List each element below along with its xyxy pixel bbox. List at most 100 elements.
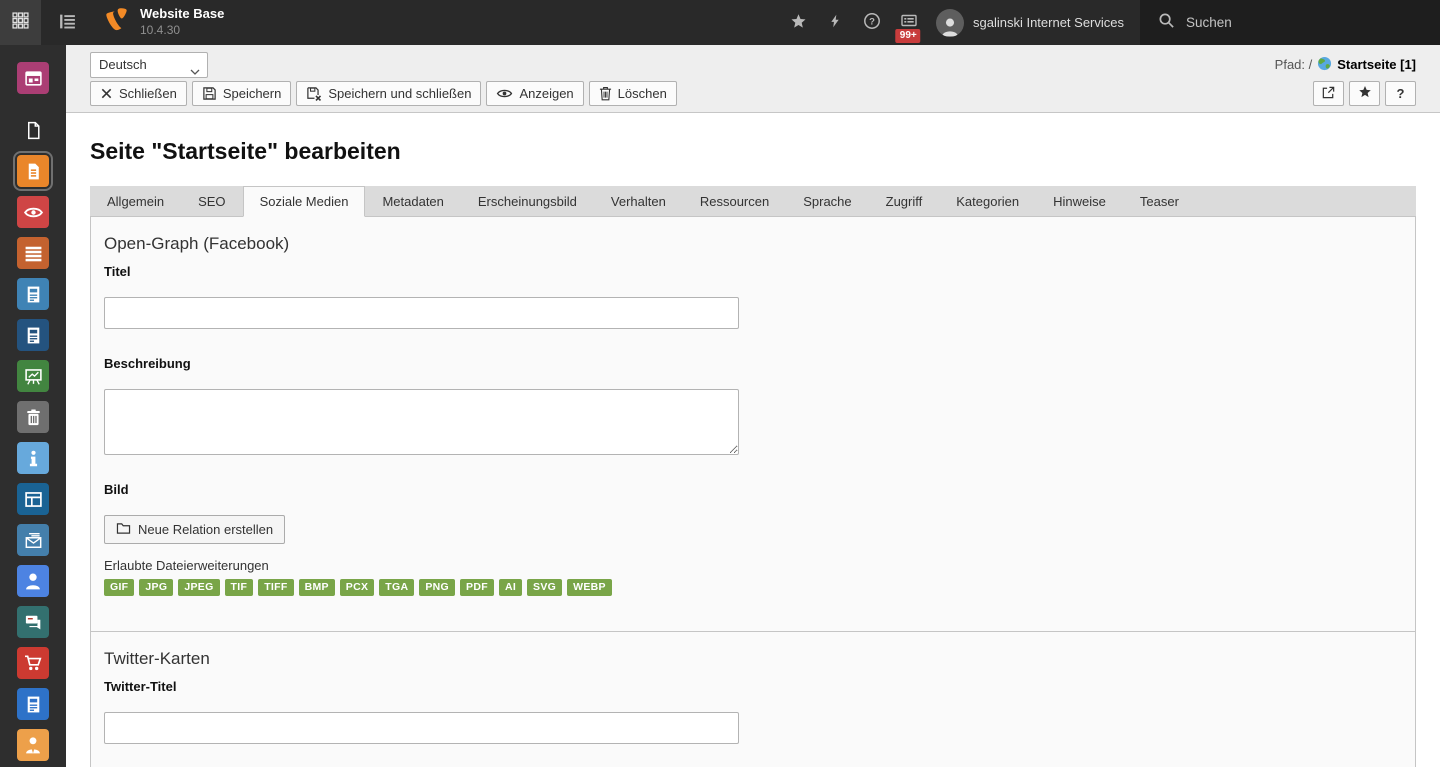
file-ext-badge: TIF <box>224 579 254 596</box>
new-relation-button[interactable]: Neue Relation erstellen <box>104 515 286 544</box>
page-title: Seite "Startseite" bearbeiten <box>90 138 401 164</box>
module-news-admin[interactable] <box>17 688 49 720</box>
og-description-label: Beschreibung <box>104 356 191 371</box>
og-image-label: Bild <box>104 482 129 497</box>
user-menu[interactable]: sgalinski Internet Services <box>928 0 1140 45</box>
file-ext-badge: SVG <box>527 579 563 596</box>
save-button[interactable]: Speichern <box>191 81 292 106</box>
clear-cache-button[interactable] <box>817 0 854 45</box>
twitter-section: Twitter-Karten Twitter-Titel Twitter-Bes… <box>91 630 1415 767</box>
site-title: Website Base <box>140 6 225 22</box>
section-heading: Open-Graph (Facebook) <box>104 234 290 253</box>
search-icon <box>1158 12 1175 34</box>
folder-icon <box>116 522 131 538</box>
breadcrumb-page[interactable]: Startseite [1] <box>1337 57 1416 72</box>
button-label: Speichern und schließen <box>328 86 472 101</box>
toolbar-search[interactable] <box>1140 0 1440 45</box>
language-select[interactable]: Deutsch <box>90 51 208 78</box>
view-icon <box>496 87 513 100</box>
bolt-icon <box>828 14 842 31</box>
star-icon <box>790 13 807 33</box>
help-circle-icon: ? <box>863 12 881 33</box>
module-body: Deutsch Pfad: / Startseite [1] Schließen… <box>66 45 1440 767</box>
tab-allgemein[interactable]: Allgemein <box>90 186 181 217</box>
module-content[interactable] <box>17 155 49 187</box>
button-label: Speichern <box>222 86 282 101</box>
toolbar-list-button[interactable] <box>45 0 89 45</box>
topbar: Website Base 10.4.30 ? 99+ sgalinski Int… <box>0 0 1440 45</box>
tab-sprache[interactable]: Sprache <box>786 186 868 217</box>
allowed-extensions-label: Erlaubte Dateierweiterungen <box>104 558 269 573</box>
apps-grid-icon <box>12 11 29 34</box>
module-page[interactable] <box>17 114 49 146</box>
tab-soziale-medien[interactable]: Soziale Medien <box>242 186 366 217</box>
lines-icon <box>24 244 43 263</box>
module-layouts[interactable] <box>17 483 49 515</box>
docheader: Deutsch Pfad: / Startseite [1] Schließen… <box>66 45 1440 113</box>
page-outline-icon <box>24 121 43 140</box>
button-label: Schließen <box>119 86 177 101</box>
og-description-textarea[interactable] <box>104 389 739 455</box>
delete-icon <box>599 86 612 101</box>
module-reports[interactable] <box>17 360 49 392</box>
trash-icon <box>24 408 43 427</box>
person-icon <box>23 571 43 591</box>
module-frontend-users[interactable] <box>17 729 49 761</box>
tab-teaser[interactable]: Teaser <box>1123 186 1196 217</box>
module-view[interactable] <box>17 196 49 228</box>
opengraph-section: Open-Graph (Facebook) Titel Beschreibung… <box>91 217 1415 631</box>
cart-icon <box>23 653 43 673</box>
tab-verhalten[interactable]: Verhalten <box>594 186 683 217</box>
breadcrumb: Pfad: / Startseite [1] <box>1275 56 1416 74</box>
close-button[interactable]: Schließen <box>90 81 187 106</box>
twitter-title-input[interactable] <box>104 711 739 744</box>
module-list[interactable] <box>17 237 49 269</box>
module-comments[interactable] <box>17 606 49 638</box>
system-information-button[interactable]: 99+ <box>891 0 928 45</box>
module-dashboard[interactable] <box>17 62 49 94</box>
path-label: Pfad: / <box>1274 57 1313 72</box>
bookmark-button[interactable] <box>1349 81 1380 106</box>
save-close-icon <box>306 86 322 102</box>
module-news[interactable] <box>17 278 49 310</box>
bookmarks-button[interactable] <box>780 0 817 45</box>
close-icon <box>100 87 113 100</box>
module-menu <box>0 45 66 767</box>
tab-erscheinungsbild[interactable]: Erscheinungsbild <box>461 186 594 217</box>
tab-bar: Allgemein SEO Soziale Medien Metadaten Ersch… <box>90 186 1416 217</box>
view-button[interactable]: Anzeigen <box>486 81 584 106</box>
article-icon <box>24 326 43 345</box>
tab-metadaten[interactable]: Metadaten <box>365 186 460 217</box>
modulemenu-toggle-button[interactable] <box>0 0 41 45</box>
section-heading: Twitter-Karten <box>104 648 210 668</box>
search-input[interactable] <box>1186 15 1386 30</box>
module-info[interactable] <box>17 442 49 474</box>
save-icon <box>202 86 217 101</box>
new-window-icon <box>1321 85 1336 103</box>
list-menu-icon <box>58 12 77 34</box>
module-recycler[interactable] <box>17 401 49 433</box>
og-title-input[interactable] <box>104 297 739 329</box>
tab-ressourcen[interactable]: Ressourcen <box>683 186 786 217</box>
tab-zugriff[interactable]: Zugriff <box>869 186 940 217</box>
tab-kategorien[interactable]: Kategorien <box>939 186 1036 217</box>
file-ext-badge: JPEG <box>178 579 220 596</box>
module-shop[interactable] <box>17 647 49 679</box>
button-label: Löschen <box>617 86 667 101</box>
tab-seo[interactable]: SEO <box>181 186 242 217</box>
brand[interactable]: Website Base 10.4.30 <box>103 6 224 38</box>
tab-hinweise[interactable]: Hinweise <box>1036 186 1123 217</box>
file-ext-badge: PCX <box>339 579 375 596</box>
module-backend-users[interactable] <box>17 565 49 597</box>
csh-help-button[interactable]: ? <box>1385 81 1416 106</box>
open-in-new-window-button[interactable] <box>1313 81 1344 106</box>
file-ext-badge: JPG <box>139 579 174 596</box>
dashboard-icon <box>24 69 43 88</box>
help-button[interactable]: ? <box>854 0 891 45</box>
delete-button[interactable]: Löschen <box>588 81 677 106</box>
globe-icon <box>1317 56 1332 74</box>
save-close-button[interactable]: Speichern und schließen <box>296 81 482 106</box>
module-records[interactable] <box>17 319 49 351</box>
article-icon <box>24 285 43 304</box>
module-forms[interactable] <box>17 524 49 556</box>
